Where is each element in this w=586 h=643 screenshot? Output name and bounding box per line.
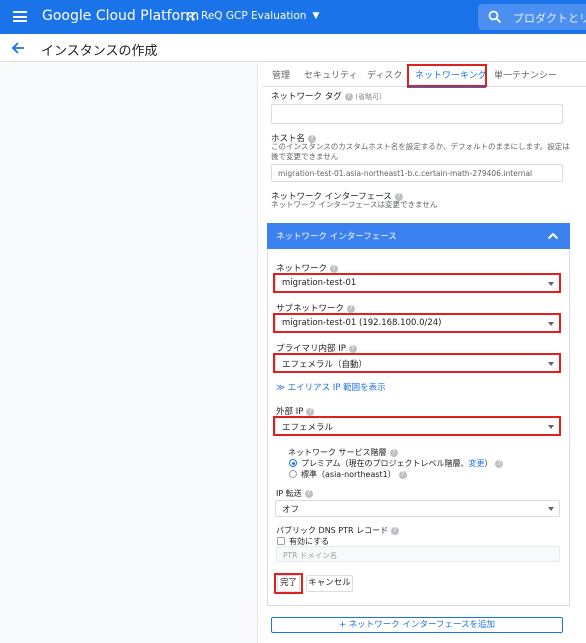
alias-link-text: エイリアス IP 範囲を表示 xyxy=(287,383,386,393)
project-name: ReQ GCP Evaluation xyxy=(201,10,307,22)
network-tags-label-text: ネットワーク タグ xyxy=(271,92,342,102)
optional-hint: (省略可) xyxy=(355,93,382,101)
help-icon[interactable]: ? xyxy=(398,471,407,479)
ip-forward-label: IP 転送? xyxy=(276,488,313,499)
ptr-domain-placeholder: PTR ドメイン名 xyxy=(283,551,338,560)
tier-standard-radio[interactable] xyxy=(289,470,297,478)
highlight-subnetwork xyxy=(273,313,561,333)
ptr-label-text: パブリック DNS PTR レコード xyxy=(276,526,389,535)
menu-icon[interactable] xyxy=(13,11,27,22)
tier-standard-label: 標準（asia-northeast1）? xyxy=(301,469,407,480)
card-title: ネットワーク インターフェース xyxy=(276,232,397,242)
hostname-desc-line2: 後で変更できません xyxy=(271,152,339,161)
search-icon xyxy=(488,10,502,24)
left-pane xyxy=(0,63,258,643)
network-tags-label: ネットワーク タグ? (省略可) xyxy=(271,90,382,102)
tier-premium-label: プレミアム（現在のプロジェクトレベル階層、変更）? xyxy=(301,458,504,469)
network-interface-card-header[interactable]: ネットワーク インターフェース xyxy=(267,223,570,249)
help-icon[interactable]: ? xyxy=(304,490,313,498)
highlight-tab-networking xyxy=(407,64,487,87)
cancel-button[interactable]: キャンセル xyxy=(306,575,353,592)
network-tier-label: ネットワーク サービス階層? xyxy=(288,447,398,458)
network-interfaces-desc: ネットワーク インターフェースは変更できません xyxy=(271,200,438,209)
add-network-interface-label: ネットワーク インターフェースを追加 xyxy=(348,620,496,630)
tier-premium-text: プレミアム（現在のプロジェクトレベル階層、 xyxy=(301,459,469,468)
project-icon xyxy=(186,11,195,21)
tab-management[interactable]: 管理 xyxy=(272,68,290,81)
network-tags-input[interactable] xyxy=(271,104,563,124)
page-title: インスタンスの作成 xyxy=(41,44,158,59)
tier-premium-radio[interactable] xyxy=(289,459,297,467)
help-icon[interactable]: ? xyxy=(306,408,315,416)
help-icon[interactable]: ? xyxy=(348,345,357,353)
page-header: インスタンスの作成 xyxy=(0,34,586,62)
chevron-up-icon[interactable] xyxy=(547,231,559,241)
tab-security[interactable]: セキュリティ xyxy=(304,68,357,81)
chevron-down-icon: ▼ xyxy=(312,11,320,21)
expand-more-icon: ≫ xyxy=(276,383,285,393)
tier-standard-text: 標準（asia-northeast1） xyxy=(301,470,396,479)
hostname-desc-line1: このインスタンスのカスタムホスト名を設定するか、デフォルトのままにします。設定は xyxy=(271,142,570,151)
ip-forward-select[interactable]: オフ xyxy=(275,500,560,517)
highlight-network xyxy=(273,273,561,293)
highlight-done-button xyxy=(274,573,303,594)
tab-disk[interactable]: ディスク xyxy=(367,68,402,81)
search-placeholder: プロダクトとリ xyxy=(513,12,586,25)
tier-change-link[interactable]: 変更 xyxy=(468,459,484,468)
ip-forward-select-value: オフ xyxy=(282,505,300,515)
help-icon[interactable]: ? xyxy=(344,93,353,101)
hostname-value: migration-test-01.asia-northeast1-b.c.ce… xyxy=(278,169,533,178)
ip-forward-label-text: IP 転送 xyxy=(276,489,302,498)
hostname-field[interactable]: migration-test-01.asia-northeast1-b.c.ce… xyxy=(271,164,563,182)
tier-premium-end: ） xyxy=(484,459,493,468)
brand-title[interactable]: Google Cloud Platform xyxy=(42,8,199,24)
highlight-primary-ip xyxy=(273,353,561,373)
tab-sole-tenancy[interactable]: 単一テナンシー xyxy=(494,68,557,81)
plus-icon: + xyxy=(338,620,347,630)
ptr-enable-checkbox[interactable] xyxy=(277,537,285,545)
show-alias-ip-ranges-link[interactable]: ≫ エイリアス IP 範囲を表示 xyxy=(276,381,386,393)
top-app-bar: Google Cloud Platform ReQ GCP Evaluation… xyxy=(0,0,586,34)
network-tier-label-text: ネットワーク サービス階層 xyxy=(288,448,387,457)
help-icon[interactable]: ? xyxy=(347,305,356,313)
hostname-description: このインスタンスのカスタムホスト名を設定するか、デフォルトのままにします。設定は… xyxy=(271,142,571,162)
project-selector[interactable]: ReQ GCP Evaluation ▼ xyxy=(185,10,319,22)
add-network-interface-button[interactable]: + ネットワーク インターフェースを追加 xyxy=(271,617,563,633)
help-icon[interactable]: ? xyxy=(391,527,400,535)
help-icon[interactable]: ? xyxy=(330,265,339,273)
ptr-domain-input[interactable]: PTR ドメイン名 xyxy=(276,546,560,562)
ptr-label: パブリック DNS PTR レコード? xyxy=(276,525,400,536)
help-icon[interactable]: ? xyxy=(495,460,504,468)
back-arrow-icon[interactable] xyxy=(10,40,26,56)
dropdown-arrow-icon xyxy=(548,507,554,511)
search-input[interactable]: プロダクトとリ xyxy=(478,4,586,30)
help-icon[interactable]: ? xyxy=(389,449,398,457)
highlight-external-ip xyxy=(273,416,561,436)
